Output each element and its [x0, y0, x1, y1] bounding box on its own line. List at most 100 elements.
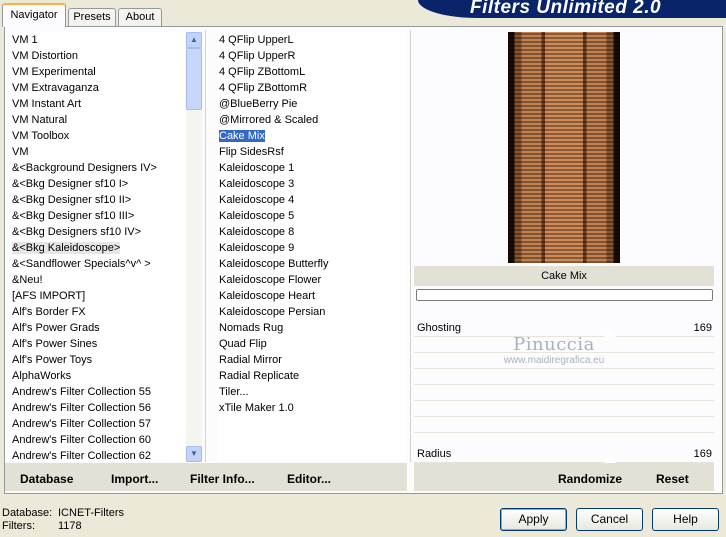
- category-item-label: &<Bkg Designer sf10 III>: [12, 210, 135, 222]
- filter-item[interactable]: 4 QFlip UpperR: [217, 48, 407, 64]
- category-item[interactable]: &<Background Designers IV>: [10, 160, 185, 176]
- apply-button[interactable]: Apply: [500, 508, 567, 531]
- filter-item[interactable]: xTile Maker 1.0: [217, 400, 407, 416]
- category-item[interactable]: AlphaWorks: [10, 368, 185, 384]
- filter-item[interactable]: Kaleidoscope Butterfly: [217, 256, 407, 272]
- category-item[interactable]: &<Bkg Designer sf10 III>: [10, 208, 185, 224]
- category-item[interactable]: Andrew's Filter Collection 55: [10, 384, 185, 400]
- randomize-button[interactable]: Randomize: [558, 472, 622, 486]
- filter-item[interactable]: Radial Mirror: [217, 352, 407, 368]
- watermark-url: www.maidiregrafica.eu: [503, 355, 605, 366]
- filter-item-label: Tiler...: [219, 386, 249, 398]
- category-item[interactable]: VM Toolbox: [10, 128, 185, 144]
- category-item[interactable]: VM Instant Art: [10, 96, 185, 112]
- category-item[interactable]: VM 1: [10, 32, 185, 48]
- category-item-label: VM 1: [12, 34, 38, 46]
- filter-item-label: @Mirrored & Scaled: [219, 114, 319, 126]
- help-button[interactable]: Help: [652, 508, 719, 531]
- filter-item-label: Kaleidoscope 4: [219, 194, 295, 206]
- category-item-label: Andrew's Filter Collection 62: [12, 450, 152, 462]
- filter-item[interactable]: Tiler...: [217, 384, 407, 400]
- category-list[interactable]: VM 1 VM Distortion VM Experimental VM Extra…: [10, 32, 185, 462]
- preview-divider: [410, 30, 411, 462]
- slider-handle[interactable]: [604, 455, 616, 463]
- filter-item[interactable]: Cake Mix: [217, 128, 407, 144]
- filter-item[interactable]: Quad Flip: [217, 336, 407, 352]
- filter-item-label: @BlueBerry Pie: [219, 98, 298, 110]
- import-button[interactable]: Import...: [111, 472, 158, 486]
- category-item[interactable]: &<Sandflower Specials^v^ >: [10, 256, 185, 272]
- filter-info-button[interactable]: Filter Info...: [190, 472, 255, 486]
- filter-item[interactable]: Kaleidoscope 5: [217, 208, 407, 224]
- cancel-button[interactable]: Cancel: [576, 508, 643, 531]
- filter-item[interactable]: 4 QFlip UpperL: [217, 32, 407, 48]
- category-item[interactable]: VM Natural: [10, 112, 185, 128]
- category-item[interactable]: VM Distortion: [10, 48, 185, 64]
- param-value: 169: [693, 322, 712, 334]
- watermark: Pinuccia www.maidiregrafica.eu: [474, 335, 634, 367]
- param-row-radius[interactable]: Radius 169: [414, 447, 714, 463]
- filter-item[interactable]: Kaleidoscope 9: [217, 240, 407, 256]
- filter-item[interactable]: Kaleidoscope 1: [217, 160, 407, 176]
- database-button[interactable]: Database: [20, 472, 73, 486]
- category-item-label: &<Bkg Designer sf10 I>: [12, 178, 129, 190]
- category-item[interactable]: Alf's Border FX: [10, 304, 185, 320]
- preview-image: [508, 32, 620, 263]
- category-item[interactable]: VM: [10, 144, 185, 160]
- category-item[interactable]: Andrew's Filter Collection 60: [10, 432, 185, 448]
- category-item[interactable]: &Neu!: [10, 272, 185, 288]
- category-item[interactable]: [AFS IMPORT]: [10, 288, 185, 304]
- category-item-label: [AFS IMPORT]: [12, 290, 86, 302]
- category-item-label: Alf's Power Toys: [12, 354, 93, 366]
- filter-item-label: 4 QFlip ZBottomL: [219, 66, 306, 78]
- category-scrollbar[interactable]: ▲ ▼: [186, 32, 202, 462]
- category-item-label: AlphaWorks: [12, 370, 72, 382]
- category-item[interactable]: &<Bkg Designers sf10 IV>: [10, 224, 185, 240]
- filter-item[interactable]: Kaleidoscope 8: [217, 224, 407, 240]
- filter-item[interactable]: @BlueBerry Pie: [217, 96, 407, 112]
- category-item[interactable]: VM Extravaganza: [10, 80, 185, 96]
- category-item[interactable]: VM Experimental: [10, 64, 185, 80]
- category-item[interactable]: Alf's Power Sines: [10, 336, 185, 352]
- filter-item[interactable]: Kaleidoscope Heart: [217, 288, 407, 304]
- category-item[interactable]: Andrew's Filter Collection 56: [10, 400, 185, 416]
- tab-about[interactable]: About: [118, 8, 162, 26]
- category-item-label: Alf's Power Grads: [12, 322, 100, 334]
- banner-title: Filters Unlimited 2.0: [470, 0, 662, 18]
- filter-item[interactable]: Radial Replicate: [217, 368, 407, 384]
- filter-item[interactable]: Kaleidoscope 4: [217, 192, 407, 208]
- category-item[interactable]: Andrew's Filter Collection 57: [10, 416, 185, 432]
- tab-presets[interactable]: Presets: [68, 8, 116, 26]
- tab-navigator[interactable]: Navigator: [2, 3, 66, 27]
- chevron-down-icon: ▼: [190, 449, 198, 458]
- category-item[interactable]: Alf's Power Toys: [10, 352, 185, 368]
- preview-filter-name: Cake Mix: [414, 266, 714, 286]
- filter-item-label: 4 QFlip UpperL: [219, 34, 294, 46]
- scroll-down-button[interactable]: ▼: [186, 446, 202, 462]
- filter-item[interactable]: Nomads Rug: [217, 320, 407, 336]
- filter-item-label: Cake Mix: [219, 130, 265, 142]
- filter-item[interactable]: @Mirrored & Scaled: [217, 112, 407, 128]
- scroll-up-button[interactable]: ▲: [186, 32, 202, 48]
- category-item-label: Andrew's Filter Collection 55: [12, 386, 152, 398]
- filter-item-label: Kaleidoscope 9: [219, 242, 295, 254]
- filter-item-label: Radial Mirror: [219, 354, 282, 366]
- category-item-label: Andrew's Filter Collection 60: [12, 434, 152, 446]
- filter-item[interactable]: 4 QFlip ZBottomR: [217, 80, 407, 96]
- filter-item[interactable]: Kaleidoscope Flower: [217, 272, 407, 288]
- filter-item[interactable]: Kaleidoscope 3: [217, 176, 407, 192]
- editor-button[interactable]: Editor...: [287, 472, 331, 486]
- filter-item[interactable]: Flip SidesRsf: [217, 144, 407, 160]
- category-item-label: &<Background Designers IV>: [12, 162, 157, 174]
- reset-button[interactable]: Reset: [656, 472, 689, 486]
- category-item[interactable]: Alf's Power Grads: [10, 320, 185, 336]
- filter-list[interactable]: 4 QFlip UpperL 4 QFlip UpperR 4 QFlip ZBot…: [217, 32, 407, 462]
- scroll-thumb[interactable]: [186, 48, 202, 110]
- filter-item[interactable]: 4 QFlip ZBottomL: [217, 64, 407, 80]
- category-item[interactable]: Andrew's Filter Collection 62: [10, 448, 185, 462]
- category-item[interactable]: &<Bkg Designer sf10 II>: [10, 192, 185, 208]
- filter-item[interactable]: Kaleidoscope Persian: [217, 304, 407, 320]
- list-divider: [205, 30, 206, 462]
- category-item[interactable]: &<Bkg Kaleidoscope>: [10, 240, 185, 256]
- category-item[interactable]: &<Bkg Designer sf10 I>: [10, 176, 185, 192]
